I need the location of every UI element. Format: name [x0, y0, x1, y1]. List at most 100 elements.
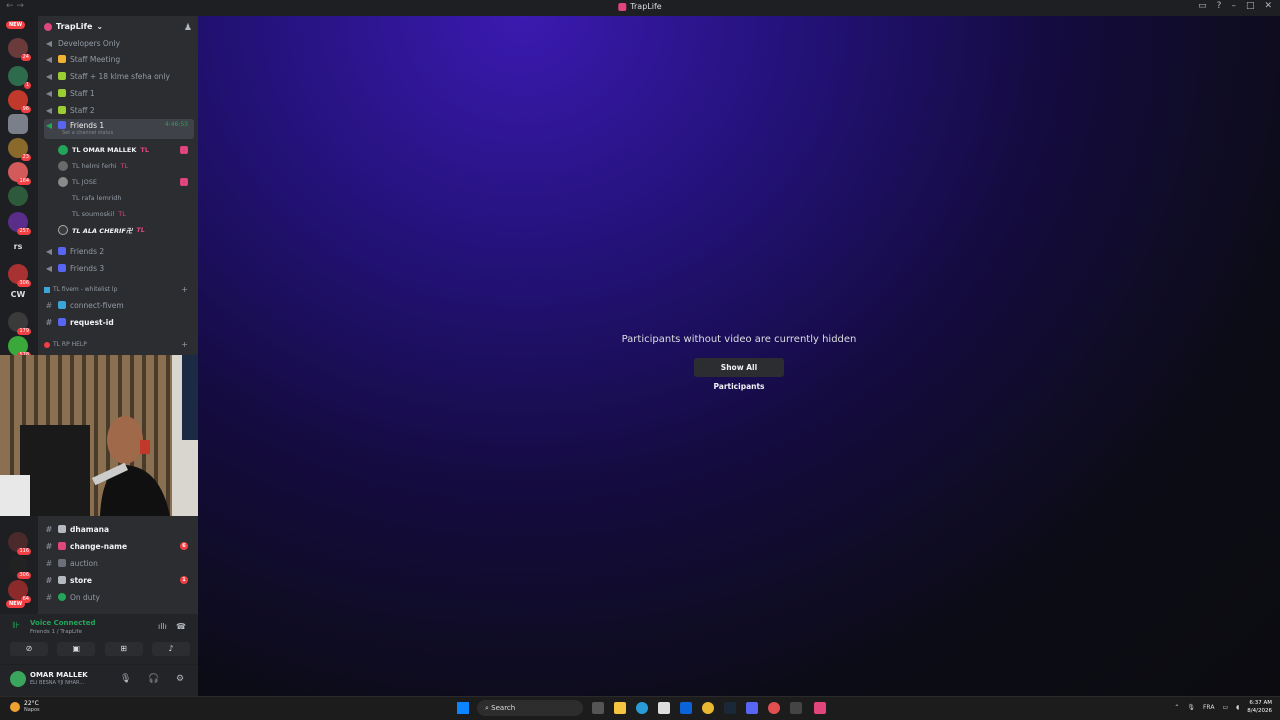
server-icon[interactable]: 306: [8, 264, 31, 287]
server-header[interactable]: TrapLife ⌄: [44, 22, 103, 31]
voice-channel-path[interactable]: Friends 1 / TrapLife: [30, 629, 82, 635]
help-icon[interactable]: ?: [1217, 1, 1222, 11]
microphone-icon[interactable]: 🎙: [120, 674, 131, 684]
settings-gear-icon[interactable]: ⚙: [176, 674, 184, 684]
voice-channel-friends-3[interactable]: ◀ Friends 3: [44, 261, 194, 275]
network-icon[interactable]: ▭: [1222, 704, 1228, 711]
microphone-icon[interactable]: 🎙: [1187, 704, 1195, 711]
steam-icon[interactable]: [724, 702, 736, 714]
text-channel-on-duty[interactable]: # On duty: [44, 590, 194, 604]
inbox-icon[interactable]: ▭: [1198, 1, 1207, 11]
edge-icon[interactable]: [636, 702, 648, 714]
text-channel-request-id[interactable]: # request-id: [44, 315, 194, 329]
channel-label: dhamana: [70, 524, 110, 534]
server-text-icon[interactable]: rs: [4, 242, 32, 251]
channel-emoji-icon: [58, 89, 66, 97]
app-icon[interactable]: [814, 702, 826, 714]
server-icon[interactable]: 24: [8, 38, 31, 61]
back-icon[interactable]: ←: [6, 1, 14, 11]
file-explorer-icon[interactable]: [614, 702, 626, 714]
mail-icon[interactable]: [680, 702, 692, 714]
member-name: TL OMAR MALLEK: [72, 146, 137, 154]
voice-member[interactable]: TL helmi ferhi TL: [58, 159, 194, 173]
voice-member[interactable]: TL soumoskil TL: [58, 207, 194, 221]
voice-channel-developers[interactable]: ◀ Developers Only: [44, 36, 194, 50]
server-icon[interactable]: 1: [8, 66, 31, 89]
hash-icon: #: [45, 541, 53, 551]
voice-channel-staff-2[interactable]: ◀ Staff 2: [44, 103, 194, 117]
member-name: TL ALA CHERIF卍: [72, 227, 133, 235]
new-pill-top: NEW: [6, 21, 26, 29]
add-member-icon[interactable]: ♟: [184, 23, 192, 33]
server-icon[interactable]: 23: [8, 138, 31, 161]
discord-icon[interactable]: [746, 702, 758, 714]
app-icon[interactable]: [790, 702, 802, 714]
text-channel-dhamana[interactable]: # dhamana: [44, 522, 194, 536]
server-icon[interactable]: 96: [8, 90, 31, 113]
minimize-button[interactable]: –: [1231, 1, 1236, 11]
screen-share-button[interactable]: ▣: [57, 642, 96, 656]
add-channel-icon[interactable]: +: [181, 285, 188, 294]
disconnect-icon[interactable]: ☎: [176, 622, 186, 631]
close-button[interactable]: ✕: [1264, 1, 1272, 11]
category-fivem[interactable]: TL fivem - whitelist lp +: [44, 285, 194, 294]
user-name[interactable]: OMAR MALLEK: [30, 671, 88, 679]
task-view-icon[interactable]: [592, 702, 604, 714]
show-all-participants-button[interactable]: Show All Participants: [694, 358, 784, 391]
maximize-button[interactable]: □: [1246, 1, 1255, 11]
volume-icon[interactable]: ◖: [1236, 704, 1239, 711]
language-indicator[interactable]: FRA: [1203, 704, 1214, 711]
channel-emoji-icon: [58, 121, 66, 129]
voice-channel-staff-18[interactable]: ◀ Staff + 18 klme sfeha only: [44, 69, 194, 83]
signal-icon[interactable]: ⊪: [12, 621, 20, 631]
voice-member[interactable]: TL JOSE: [58, 175, 194, 189]
text-channel-store[interactable]: # store 1: [44, 573, 194, 587]
store-icon[interactable]: [658, 702, 670, 714]
server-text-icon[interactable]: CW: [4, 290, 32, 299]
voice-channel-friends-1[interactable]: ◀ Friends 1 4:46:53 Set a channel status: [44, 119, 194, 139]
soundboard-button[interactable]: ♪: [151, 642, 190, 656]
server-icon[interactable]: 179: [8, 312, 31, 335]
text-channel-change-name[interactable]: # change-name 6: [44, 539, 194, 553]
weather-widget[interactable]: 22°C Napos: [10, 700, 40, 713]
chrome-icon[interactable]: [702, 702, 714, 714]
clock-date: 8/4/2026: [1247, 708, 1272, 714]
server-icon[interactable]: [8, 114, 28, 134]
voice-member[interactable]: TL rafa lemridh: [58, 191, 194, 205]
voice-member[interactable]: TL OMAR MALLEK TL: [58, 143, 194, 157]
hash-icon: #: [45, 592, 53, 602]
headphones-icon[interactable]: 🎧: [148, 674, 159, 684]
hash-icon: #: [45, 317, 53, 327]
chevron-up-icon[interactable]: ⌃: [1174, 704, 1179, 711]
server-icon[interactable]: 164: [8, 162, 31, 185]
server-icon[interactable]: 116: [8, 532, 31, 555]
voice-channel-staff-1[interactable]: ◀ Staff 1: [44, 86, 194, 100]
text-channel-connect-fivem[interactable]: # connect-fivem: [44, 298, 194, 312]
category-help[interactable]: TL RP HELP +: [44, 340, 194, 349]
voice-channel-friends-2[interactable]: ◀ Friends 2: [44, 244, 194, 258]
channel-label: store: [70, 575, 92, 585]
add-channel-icon[interactable]: +: [181, 340, 188, 349]
clock[interactable]: 6:37 AM 8/4/2026: [1247, 699, 1272, 715]
taskbar-search[interactable]: ⌕ Search: [477, 700, 583, 716]
voice-action-buttons: ⊘ ▣ ⊞ ♪: [10, 642, 190, 656]
server-icon[interactable]: 306: [8, 556, 31, 579]
voice-connected-label[interactable]: Voice Connected: [30, 619, 96, 627]
activities-button[interactable]: ⊞: [104, 642, 143, 656]
app-icon[interactable]: [768, 702, 780, 714]
text-channel-auction[interactable]: # auction: [44, 556, 194, 570]
noise-suppression-icon[interactable]: ıllı: [158, 622, 167, 631]
voice-channel-staff-meeting[interactable]: ◀ Staff Meeting: [44, 52, 194, 66]
channel-status[interactable]: Set a channel status: [62, 130, 113, 136]
camera-off-button[interactable]: ⊘: [10, 642, 48, 656]
voice-status-panel: ⊪ Voice Connected Friends 1 / TrapLife ı…: [0, 614, 198, 664]
server-icon[interactable]: 64: [8, 580, 31, 603]
voice-member[interactable]: TL ALA CHERIF卍 TL: [58, 223, 194, 237]
windows-start-icon[interactable]: [457, 702, 469, 714]
server-icon[interactable]: [8, 186, 28, 206]
title-bar: ← → TrapLife ▭ ? – □ ✕: [0, 0, 1280, 16]
server-icon[interactable]: 257: [8, 212, 31, 235]
forward-icon[interactable]: →: [16, 1, 24, 11]
server-icon[interactable]: 578: [8, 336, 31, 359]
user-avatar[interactable]: [10, 671, 26, 687]
